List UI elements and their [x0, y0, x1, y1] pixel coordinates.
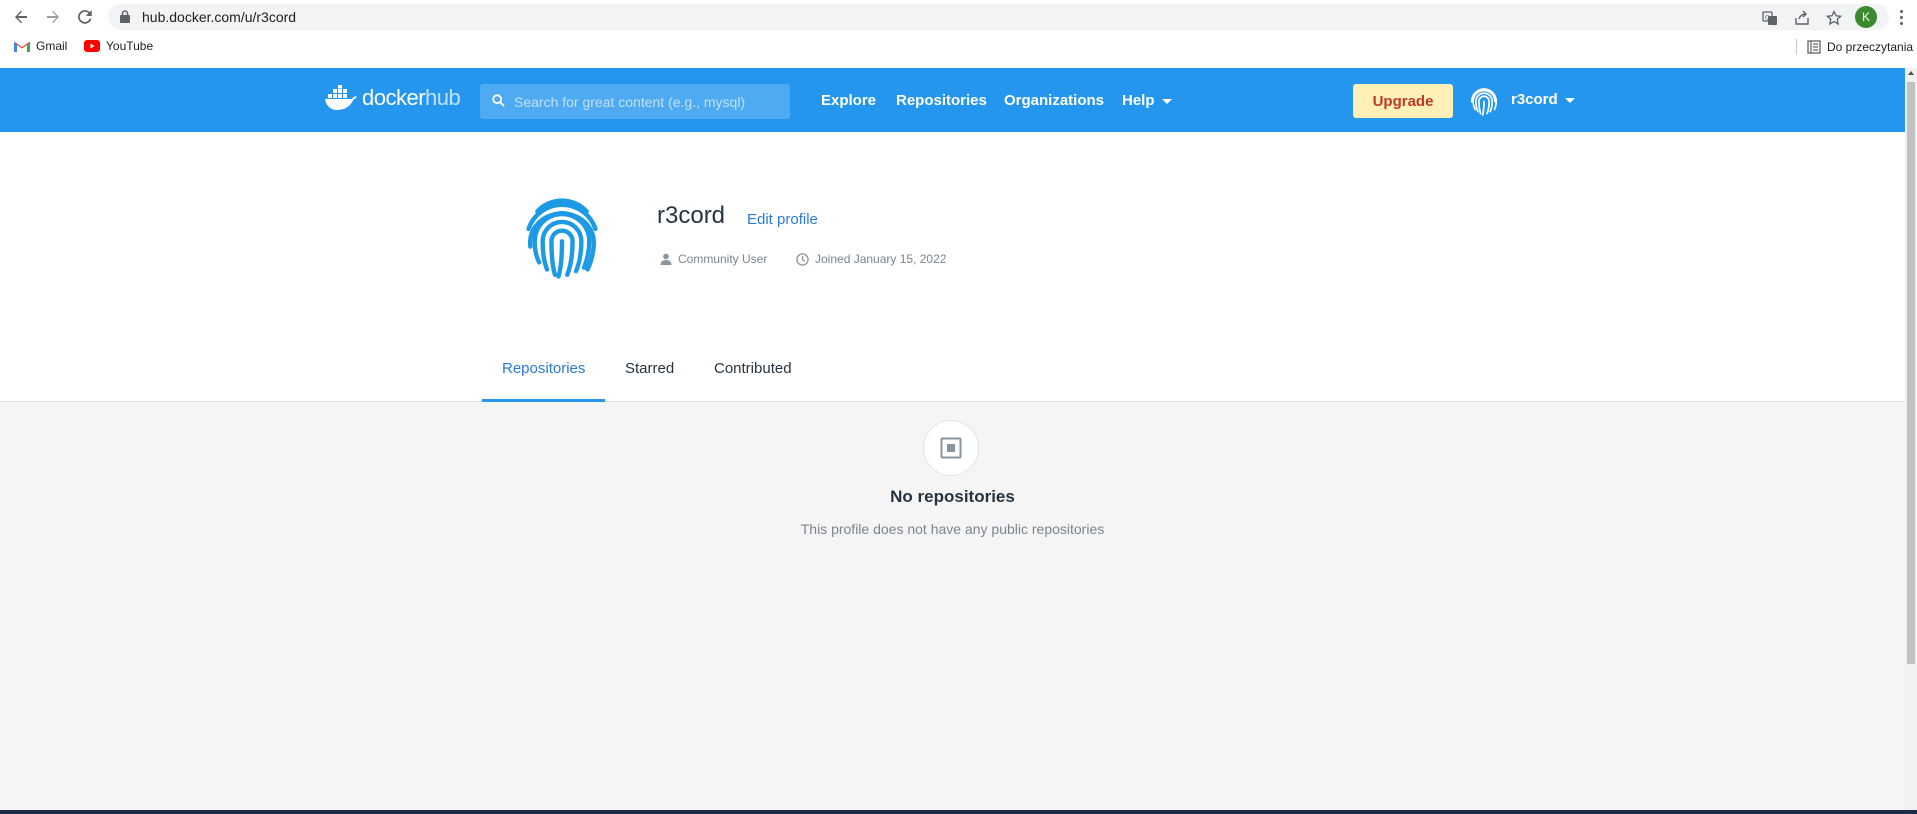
nav-organizations[interactable]: Organizations	[1004, 92, 1104, 109]
back-arrow-icon	[15, 10, 27, 24]
bottom-edge	[0, 810, 1917, 814]
repositories-panel: No repositories This profile does not ha…	[0, 402, 1905, 810]
profile-tabs: Repositories Starred Contributed	[0, 332, 1905, 402]
chevron-down-icon	[1564, 97, 1575, 103]
bookmark-star-icon[interactable]	[1825, 9, 1843, 27]
profile-header: r3cord Edit profile Community User Joine…	[0, 132, 1905, 402]
search-input[interactable]	[514, 84, 784, 119]
youtube-icon	[84, 40, 100, 52]
fingerprint-icon	[1470, 88, 1498, 116]
edit-profile-link[interactable]: Edit profile	[747, 211, 818, 228]
lock-icon	[120, 10, 130, 23]
share-icon[interactable]	[1793, 9, 1811, 27]
user-type-label: Community User	[678, 252, 768, 266]
dockerhub-logo[interactable]: dockerhub	[324, 85, 461, 111]
forward-button[interactable]	[42, 6, 64, 28]
bookmark-youtube[interactable]: YouTube	[84, 39, 153, 53]
page-scrollbar[interactable]	[1905, 68, 1917, 810]
join-date-label: Joined January 15, 2022	[815, 252, 947, 266]
user-avatar[interactable]	[1467, 83, 1501, 117]
reload-button[interactable]	[74, 6, 96, 28]
user-menu[interactable]: r3cord	[1511, 91, 1575, 108]
forward-arrow-icon	[47, 10, 59, 24]
username-label: r3cord	[1511, 91, 1558, 108]
empty-state-title: No repositories	[890, 487, 1015, 506]
docker-whale-icon	[325, 85, 357, 110]
reload-icon	[78, 10, 92, 24]
back-button[interactable]	[10, 6, 32, 28]
address-bar[interactable]: hub.docker.com/u/r3cord G	[108, 4, 1889, 30]
gmail-icon	[14, 41, 30, 52]
bookmark-gmail[interactable]: Gmail	[14, 39, 67, 53]
chevron-down-icon	[1161, 98, 1172, 104]
user-type: Community User	[660, 252, 767, 266]
browser-chrome: hub.docker.com/u/r3cord G K Gmail YouTub…	[0, 0, 1917, 68]
join-date: Joined January 15, 2022	[796, 252, 946, 266]
logo-text: dockerhub	[362, 85, 461, 110]
dockerhub-navbar: dockerhub Explore Repositories Organizat…	[0, 68, 1905, 132]
svg-text:G: G	[1765, 15, 1770, 22]
nav-repositories[interactable]: Repositories	[896, 92, 987, 109]
bookmarks-bar: Gmail YouTube Do przeczytania	[0, 37, 1917, 61]
profile-username: r3cord	[657, 202, 726, 229]
nav-help[interactable]: Help	[1122, 92, 1172, 109]
nav-help-label: Help	[1122, 92, 1155, 109]
bookmark-label: Gmail	[36, 39, 68, 53]
search-box[interactable]	[480, 84, 790, 119]
url-text: hub.docker.com/u/r3cord	[142, 9, 297, 25]
reading-list-icon	[1807, 40, 1821, 54]
browser-toolbar: hub.docker.com/u/r3cord G K	[0, 0, 1917, 34]
reading-list-label: Do przeczytania	[1827, 40, 1914, 54]
repository-box-icon	[940, 437, 962, 459]
divider	[1796, 39, 1797, 55]
reading-list[interactable]: Do przeczytania	[1796, 39, 1913, 55]
translate-icon[interactable]: G	[1761, 9, 1779, 27]
tab-contributed[interactable]: Contributed	[714, 360, 792, 377]
user-icon	[660, 253, 672, 265]
bookmark-label: YouTube	[106, 39, 154, 53]
browser-profile-avatar[interactable]: K	[1855, 6, 1877, 28]
browser-menu-button[interactable]	[1893, 6, 1909, 28]
scroll-thumb[interactable]	[1907, 82, 1915, 664]
clock-icon	[796, 252, 809, 266]
empty-state-subtitle: This profile does not have any public re…	[800, 521, 1105, 537]
nav-explore[interactable]: Explore	[821, 92, 876, 109]
upgrade-button[interactable]: Upgrade	[1353, 84, 1453, 118]
tab-starred[interactable]: Starred	[625, 360, 674, 377]
empty-state-icon-wrapper	[923, 420, 979, 476]
tab-repositories[interactable]: Repositories	[502, 360, 585, 377]
scroll-up-icon[interactable]	[1908, 71, 1914, 75]
profile-avatar	[518, 192, 606, 280]
search-icon	[492, 94, 505, 107]
fingerprint-icon	[526, 198, 598, 279]
